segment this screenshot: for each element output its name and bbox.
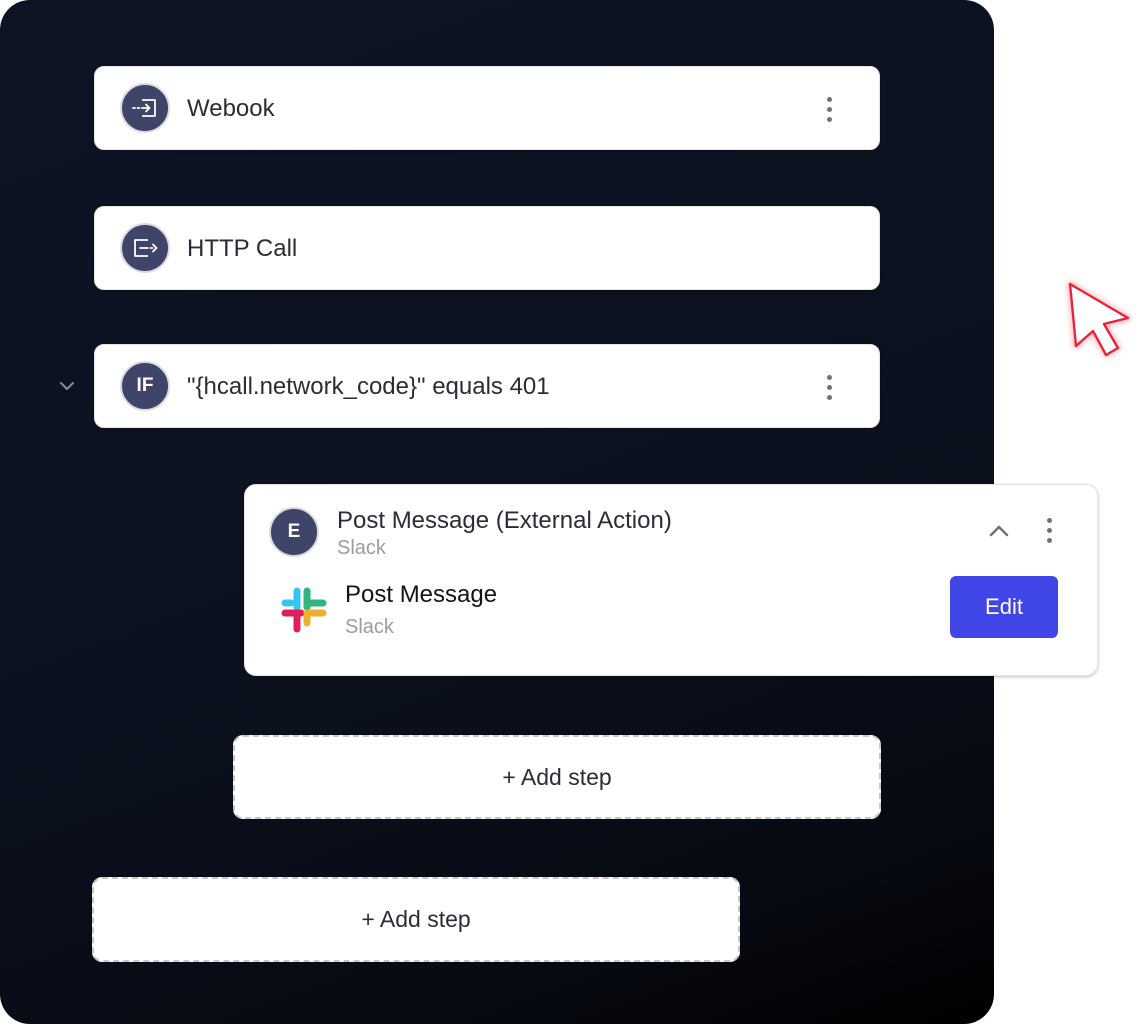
more-options-icon[interactable] <box>1039 512 1059 548</box>
add-step-root-button[interactable]: + Add step <box>92 877 740 962</box>
edit-button[interactable]: Edit <box>950 576 1058 638</box>
webhook-step-avatar <box>120 83 170 133</box>
add-step-label: + Add step <box>361 906 471 932</box>
action-item-title: Post Message <box>345 581 498 608</box>
step-card-if-condition[interactable]: IF "{hcall.network_code}" equals 401 <box>94 344 880 428</box>
action-badge: E <box>269 507 319 557</box>
step-title: HTTP Call <box>187 235 298 262</box>
chevron-down-icon[interactable] <box>56 375 78 397</box>
condition-text: "{hcall.network_code}" equals 401 <box>187 373 550 400</box>
action-item-subtitle: Slack <box>345 616 394 638</box>
webhook-icon <box>132 99 156 117</box>
more-options-icon[interactable] <box>819 91 839 127</box>
more-options-icon[interactable] <box>819 369 839 405</box>
slack-logo-icon <box>281 587 327 633</box>
step-card-http-call[interactable]: HTTP Call <box>94 206 880 290</box>
chevron-up-icon[interactable] <box>985 517 1013 545</box>
http-call-icon <box>134 239 158 257</box>
action-subtitle: Slack <box>337 537 386 559</box>
if-badge: IF <box>120 361 170 411</box>
step-card-webhook[interactable]: Webook <box>94 66 880 150</box>
add-step-label: + Add step <box>502 763 612 790</box>
http-call-step-avatar <box>120 223 170 273</box>
add-step-nested-button[interactable]: + Add step <box>233 735 881 819</box>
external-action-card[interactable]: E Post Message (External Action) Slack P… <box>244 484 1098 676</box>
action-title: Post Message (External Action) <box>337 507 672 534</box>
step-title: Webook <box>187 95 275 122</box>
cursor-arrow-icon <box>1068 282 1130 357</box>
